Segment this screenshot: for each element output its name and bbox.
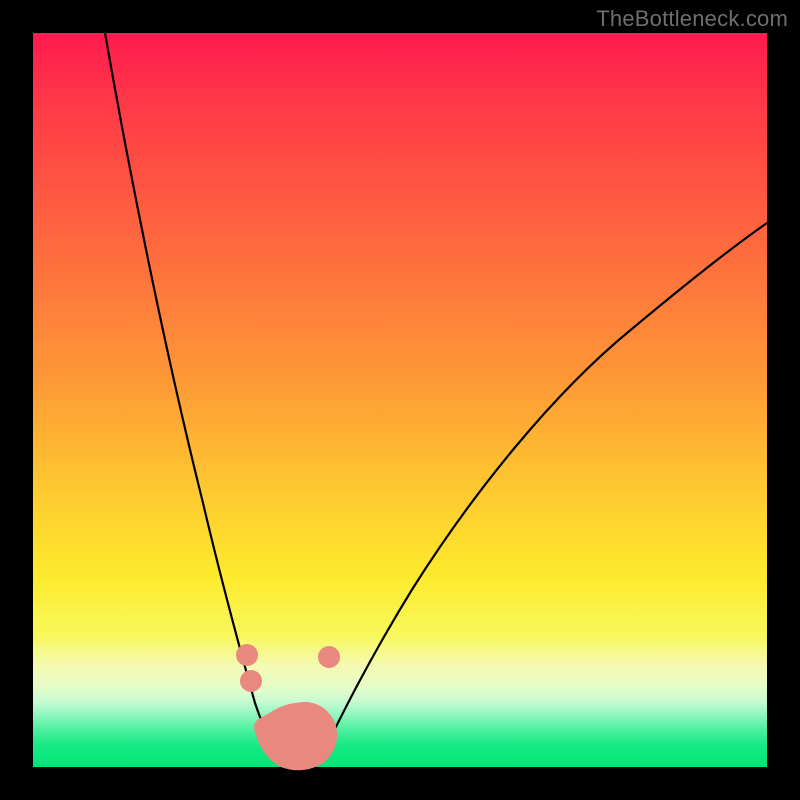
left-upper-dot — [236, 644, 258, 666]
curves-layer — [33, 33, 767, 767]
plot-area — [33, 33, 767, 767]
curve-left-branch — [105, 33, 285, 765]
watermark-text: TheBottleneck.com — [596, 6, 788, 32]
left-lower-dot — [240, 670, 262, 692]
valley-blob — [263, 711, 328, 761]
curve-right-branch — [317, 223, 767, 765]
right-entry-dot — [318, 646, 340, 668]
chart-frame: TheBottleneck.com — [0, 0, 800, 800]
